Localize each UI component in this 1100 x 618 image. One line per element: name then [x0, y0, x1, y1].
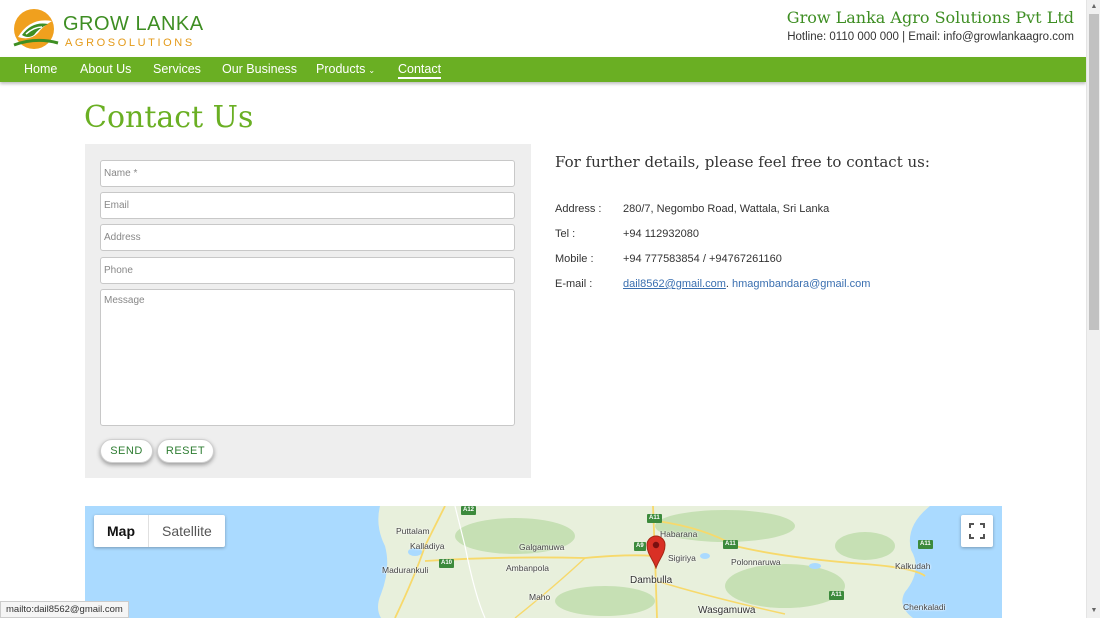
email-separator: . [725, 278, 729, 290]
main-nav: Home About Us Services Our Business Prod… [0, 57, 1086, 82]
road-badge-a12: A12 [461, 506, 477, 515]
email-link-1[interactable]: dail8562@gmail.com [623, 278, 726, 290]
page-title: Contact Us [84, 100, 254, 135]
tel-value: +94 112932080 [623, 228, 699, 240]
scroll-up-arrow-icon[interactable]: ▲ [1087, 0, 1100, 14]
company-contact: Hotline: 0110 000 000 | Email: info@grow… [787, 31, 1074, 43]
nav-item-products-label: Products [316, 62, 366, 76]
scrollbar-thumb[interactable] [1089, 14, 1099, 330]
map-label-ambanpola: Ambanpola [506, 563, 550, 573]
map-label-chenkaladi: Chenkaladi [903, 602, 946, 612]
mobile-label: Mobile : [555, 253, 594, 265]
road-badge-a11-mid: A11 [829, 591, 844, 600]
map-label-kalladiya: Kalladiya [410, 541, 445, 551]
road-badge-a11-top: A11 [647, 514, 662, 523]
nav-item-contact[interactable]: Contact [398, 62, 442, 79]
nav-item-products[interactable]: Products ⌄ [316, 62, 375, 76]
map-label-sigiriya: Sigiriya [668, 553, 696, 563]
google-map[interactable]: Puttalam Kalladiya Madurankuli Galgamuwa… [85, 506, 1002, 618]
phone-input[interactable] [100, 257, 515, 284]
fullscreen-icon [969, 523, 985, 539]
logo-title: GROW LANKA [63, 13, 204, 35]
address-label: Address : [555, 203, 602, 215]
nav-item-our-business[interactable]: Our Business [222, 62, 297, 76]
name-input[interactable] [100, 160, 515, 187]
contact-heading: For further details, please feel free to… [555, 153, 930, 171]
address-value: 280/7, Negombo Road, Wattala, Sri Lanka [623, 203, 830, 215]
contact-form: SEND RESET [85, 144, 531, 478]
site-header: GROW LANKA AGROSOLUTIONS Grow Lanka Agro… [0, 0, 1086, 57]
road-badge-a11-coast: A11 [918, 540, 933, 549]
scroll-down-arrow-icon[interactable]: ▼ [1087, 604, 1100, 618]
email-values: dail8562@gmail.com. hmagmbandara@gmail.c… [623, 278, 870, 290]
map-label-galgamuwa: Galgamuwa [519, 542, 565, 552]
page: GROW LANKA AGROSOLUTIONS Grow Lanka Agro… [0, 0, 1100, 618]
email-input[interactable] [100, 192, 515, 219]
sun-leaf-logo-icon [13, 9, 59, 49]
company-name: Grow Lanka Agro Solutions Pvt Ltd [786, 8, 1074, 27]
map-type-control: Map Satellite [94, 515, 225, 547]
company-block: Grow Lanka Agro Solutions Pvt Ltd Hotlin… [787, 8, 1074, 43]
address-input[interactable] [100, 224, 515, 251]
map-label-wasgamuwa: Wasgamuwa [698, 605, 756, 616]
map-label-maho: Maho [529, 592, 551, 602]
chevron-down-icon: ⌄ [368, 66, 376, 75]
map-label-puttalam: Puttalam [396, 526, 430, 536]
road-badge-a10: A10 [439, 559, 455, 568]
reset-button[interactable]: RESET [157, 439, 214, 463]
logo-subtitle: AGROSOLUTIONS [65, 37, 195, 49]
vertical-scrollbar[interactable]: ▲ ▼ [1086, 0, 1100, 618]
map-pin-icon[interactable] [646, 535, 666, 569]
map-label-madurankuli: Madurankuli [382, 565, 429, 575]
mobile-value: +94 777583854 / +94767261160 [623, 253, 782, 265]
map-tab-satellite[interactable]: Satellite [149, 515, 225, 547]
road-badge-a9: A9 [634, 542, 646, 551]
map-label-kalkudah: Kalkudah [895, 561, 931, 571]
email-link-2[interactable]: hmagmbandara@gmail.com [732, 278, 870, 290]
browser-status-bar: mailto:dail8562@gmail.com [0, 601, 129, 618]
map-tab-map[interactable]: Map [94, 515, 149, 547]
map-label-dambulla: Dambulla [630, 575, 673, 586]
nav-item-services[interactable]: Services [153, 62, 201, 76]
map-label-polonnaruwa: Polonnaruwa [731, 557, 781, 567]
nav-item-home[interactable]: Home [24, 62, 57, 76]
site-logo[interactable]: GROW LANKA AGROSOLUTIONS [12, 7, 203, 51]
send-button[interactable]: SEND [100, 439, 153, 463]
message-textarea[interactable] [100, 289, 515, 426]
road-badge-a11-east: A11 [723, 540, 738, 549]
email-label: E-mail : [555, 278, 593, 290]
tel-label: Tel : [555, 228, 576, 240]
fullscreen-button[interactable] [961, 515, 993, 547]
nav-item-about-us[interactable]: About Us [80, 62, 131, 76]
